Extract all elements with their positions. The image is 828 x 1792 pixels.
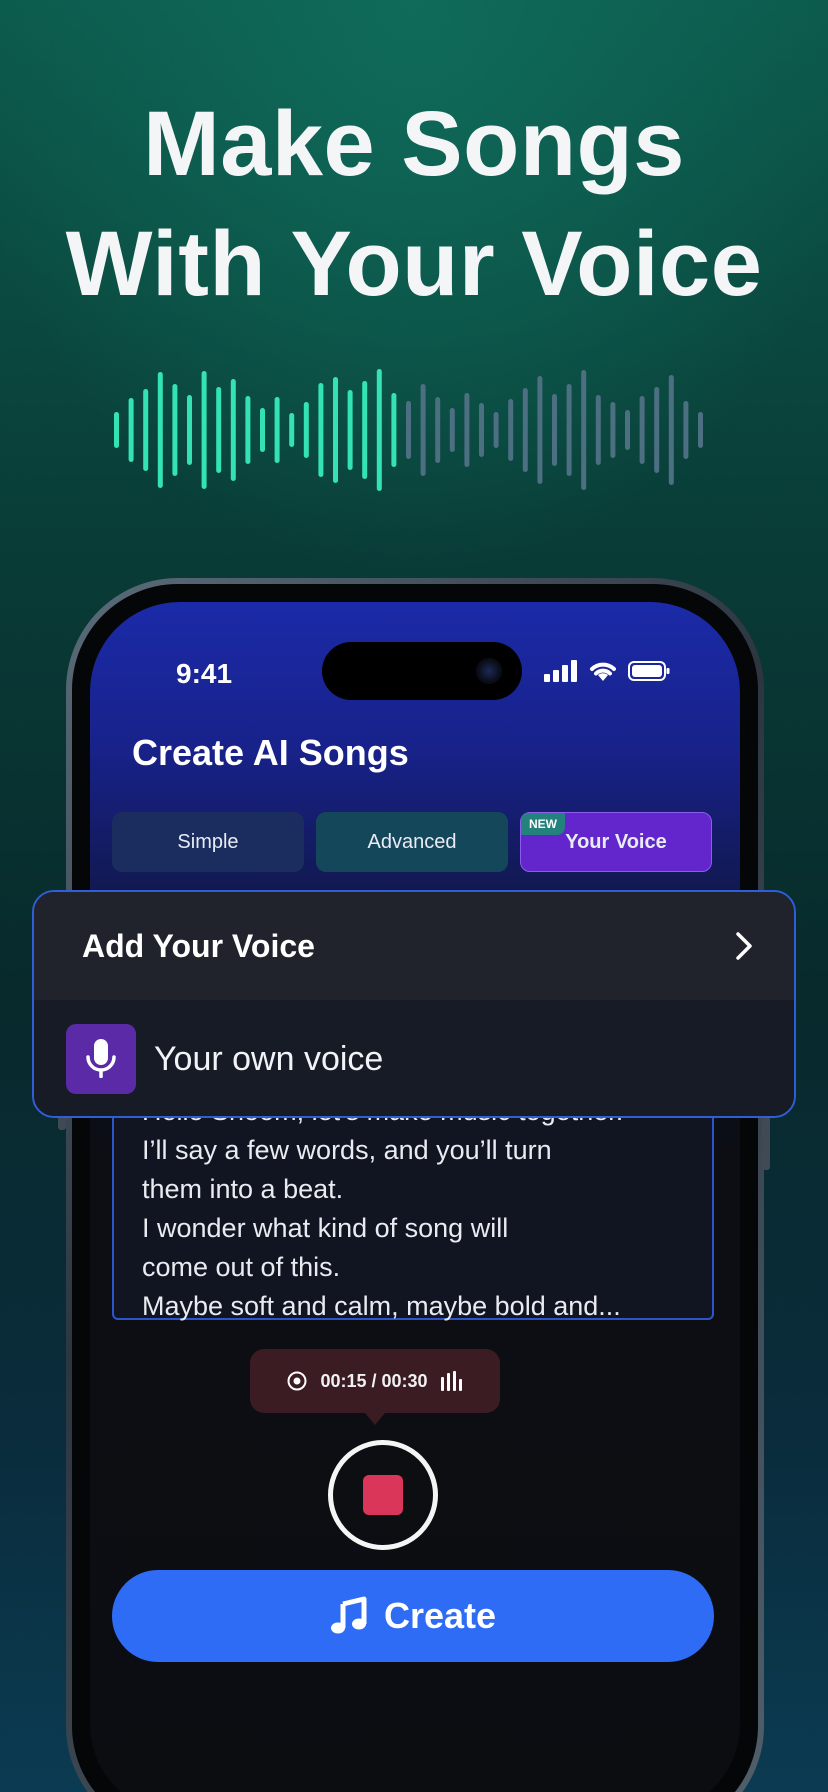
wave-bar: [668, 375, 674, 485]
wave-bar: [654, 387, 660, 473]
wave-bar: [406, 401, 411, 459]
wave-bar: [128, 398, 134, 462]
wave-bar: [260, 408, 265, 452]
tab-advanced[interactable]: Advanced: [316, 812, 508, 872]
wave-bar: [566, 384, 572, 476]
wave-bar: [639, 396, 645, 464]
wave-bar: [625, 410, 630, 450]
wave-bar: [552, 394, 557, 466]
stop-record-button[interactable]: [328, 1440, 438, 1550]
wave-bar: [157, 372, 163, 488]
wifi-icon: [590, 662, 616, 681]
lyrics-line: them into a beat.: [142, 1174, 344, 1204]
lyrics-line: come out of this.: [142, 1252, 341, 1282]
wave-bar: [187, 395, 192, 465]
wave-bar: [172, 384, 178, 476]
wave-bar: [493, 412, 499, 448]
stop-icon: [363, 1475, 403, 1515]
status-time: 9:41: [176, 658, 233, 689]
tab-your-voice-label: Your Voice: [565, 830, 667, 853]
wave-bar: [376, 369, 382, 491]
status-icons: [544, 660, 670, 682]
sound-wave-graphic: [114, 369, 703, 491]
timer-text: 00:15 / 00:30: [320, 1370, 428, 1391]
wave-bar: [537, 376, 543, 484]
chevron-right-icon: [736, 932, 752, 960]
wave-bar: [318, 383, 324, 477]
headline: Make Songs With Your Voice: [0, 84, 828, 324]
wave-bar: [143, 389, 149, 471]
wave-bar: [391, 393, 397, 467]
wave-bar: [362, 381, 368, 479]
tab-simple[interactable]: Simple: [112, 812, 304, 872]
lyrics-line: Maybe soft and calm, maybe bold and...: [142, 1291, 621, 1321]
create-button[interactable]: Create: [112, 1570, 714, 1662]
signal-icon: [544, 660, 577, 682]
wave-bar: [420, 384, 426, 476]
wave-bar: [289, 413, 295, 447]
wave-bar: [435, 397, 441, 463]
wave-bar: [114, 412, 119, 448]
wave-bar: [216, 387, 222, 473]
new-badge: NEW: [521, 813, 565, 835]
headline-line-2: With Your Voice: [65, 213, 763, 315]
wave-bar: [479, 403, 484, 457]
create-button-label: Create: [383, 1595, 497, 1636]
music-note-icon: [330, 1596, 367, 1634]
add-voice-title: Add Your Voice: [82, 927, 315, 964]
wave-bar: [449, 408, 455, 452]
battery-icon: [628, 661, 670, 681]
app-screen: 9:41 Create AI Songs Simple Advanced NEW…: [90, 602, 740, 1792]
tab-your-voice[interactable]: NEW Your Voice: [520, 812, 712, 872]
wave-bar: [698, 412, 703, 448]
wave-bar: [683, 401, 689, 459]
wave-bar: [464, 393, 470, 467]
headline-line-1: Make Songs: [143, 93, 685, 195]
wave-bar: [245, 396, 251, 464]
wave-bar: [230, 379, 236, 481]
own-voice-label: Your own voice: [154, 1039, 384, 1078]
wave-bar: [347, 390, 353, 470]
dynamic-island: [322, 642, 522, 700]
add-voice-row[interactable]: Add Your Voice: [34, 892, 794, 1000]
wave-bar: [274, 397, 280, 463]
audio-levels-icon: [440, 1371, 462, 1391]
own-voice-option[interactable]: Your own voice: [34, 1000, 794, 1116]
wave-bar: [201, 371, 207, 489]
wave-bar: [595, 395, 601, 465]
recording-timer: 00:15 / 00:30: [250, 1349, 500, 1425]
phone-frame: 9:41 Create AI Songs Simple Advanced NEW…: [66, 578, 764, 1792]
wave-bar: [303, 402, 309, 458]
wave-bar: [333, 377, 338, 483]
record-dot-icon: [287, 1371, 307, 1391]
wave-bar: [581, 370, 587, 490]
page-title: Create AI Songs: [132, 732, 409, 773]
mode-tabs: Simple Advanced NEW Your Voice: [112, 812, 712, 872]
add-voice-card: Add Your Voice Your own voice: [32, 890, 796, 1118]
lyrics-line: I’ll say a few words, and you’ll turn: [142, 1135, 552, 1165]
wave-bar: [522, 388, 528, 472]
wave-bar: [508, 399, 514, 461]
microphone-icon: [66, 1024, 136, 1094]
wave-bar: [610, 402, 616, 458]
lyrics-line: I wonder what kind of song will: [142, 1213, 509, 1243]
